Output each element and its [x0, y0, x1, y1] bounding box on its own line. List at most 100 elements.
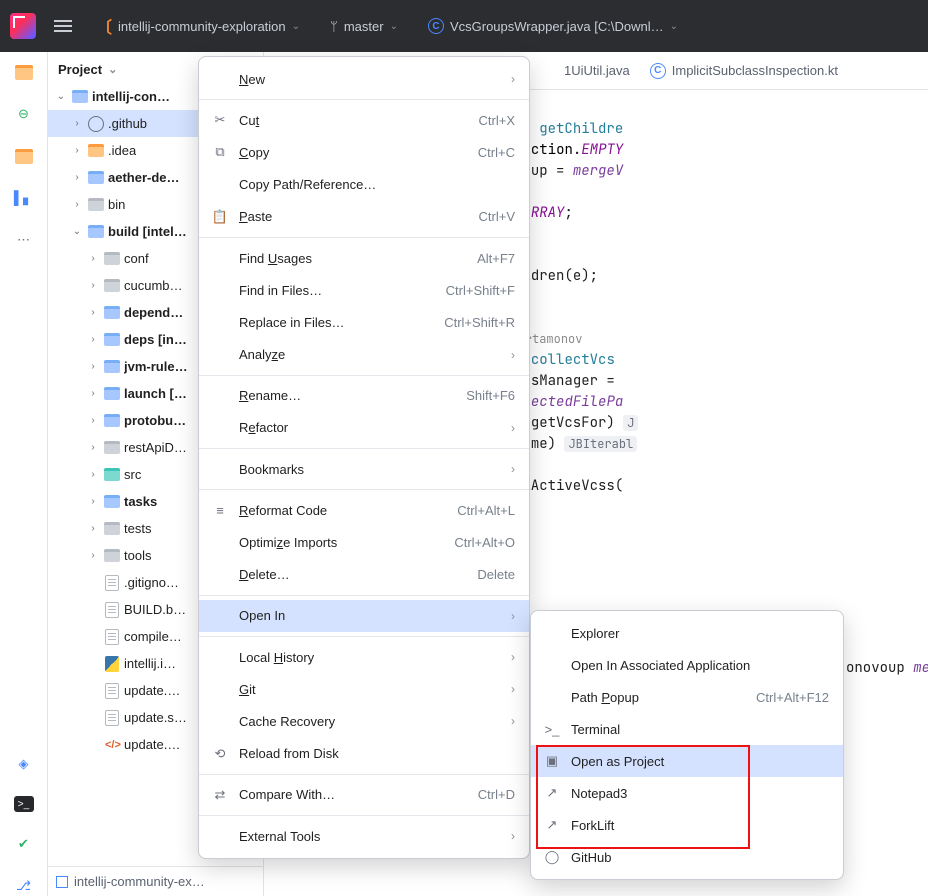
context-menu-item[interactable]: ≡Reformat CodeCtrl+Alt+L [199, 494, 529, 526]
context-menu-item[interactable]: Replace in Files…Ctrl+Shift+R [199, 306, 529, 338]
file-tab-indicator[interactable]: C VcsGroupsWrapper.java [C:\Downl… ⌄ [422, 14, 684, 38]
project-name: intellij-community-exploration [118, 19, 286, 34]
commit-tool-icon[interactable]: ⊖ [14, 104, 34, 124]
tree-node-label: launch [… [124, 386, 187, 401]
submenu-item[interactable]: >_Terminal [531, 713, 843, 745]
submenu-item[interactable]: ↗ForkLift [531, 809, 843, 841]
tree-arrow-icon[interactable]: › [86, 496, 100, 507]
context-menu-item[interactable]: Find UsagesAlt+F7 [199, 242, 529, 274]
problems-tool-icon[interactable]: ✔ [14, 834, 34, 854]
tree-arrow-icon[interactable]: › [86, 469, 100, 480]
structure-tool-icon[interactable]: ▌▖ [14, 188, 34, 208]
nav-bar[interactable]: intellij-community-ex… [48, 866, 263, 896]
copy-icon: ⧉ [211, 143, 229, 161]
context-menu-item[interactable]: ⟲Reload from Disk [199, 738, 529, 770]
menu-item-label: External Tools [239, 829, 320, 844]
terminal-tool-icon[interactable]: >_ [14, 796, 34, 812]
submenu-item[interactable]: Open In Associated Application [531, 649, 843, 681]
branch-selector[interactable]: ᛘ master ⌄ [324, 15, 404, 38]
submenu-item[interactable]: ↗Notepad3 [531, 777, 843, 809]
context-menu-item[interactable]: Analyze› [199, 339, 529, 371]
submenu-arrow-icon: › [511, 421, 515, 435]
tree-arrow-icon[interactable]: › [86, 307, 100, 318]
context-menu-item[interactable]: Open In› [199, 600, 529, 632]
tree-arrow-icon[interactable]: › [70, 145, 84, 156]
tree-arrow-icon[interactable]: › [86, 415, 100, 426]
editor-tab[interactable]: 1UiUtil.java [564, 63, 630, 78]
menu-item-label: Optimize Imports [239, 535, 337, 550]
tree-arrow-icon[interactable]: ⌄ [70, 226, 84, 237]
tree-node-label: compile… [124, 629, 182, 644]
chevron-down-icon: ⌄ [670, 21, 678, 32]
context-menu-item[interactable]: New› [199, 63, 529, 95]
context-menu-item[interactable]: 📋PasteCtrl+V [199, 201, 529, 233]
submenu-item[interactable]: ▣Open as Project [531, 745, 843, 777]
context-menu-item[interactable]: ⧉CopyCtrl+C [199, 136, 529, 168]
tree-arrow-icon[interactable]: › [86, 388, 100, 399]
menu-item-label: Refactor [239, 420, 288, 435]
submenu-item[interactable]: ◯GitHub [531, 841, 843, 873]
tree-arrow-icon[interactable]: › [86, 334, 100, 345]
context-menu-item[interactable]: Local History› [199, 641, 529, 673]
tree-node-label: update.… [124, 683, 180, 698]
submenu-arrow-icon: › [511, 714, 515, 728]
menu-item-label: New [239, 72, 265, 87]
tree-arrow-icon[interactable]: › [86, 253, 100, 264]
tree-node-icon [87, 196, 105, 214]
changes-tool-icon[interactable] [14, 146, 34, 166]
tree-node-label: aether-de… [108, 170, 180, 185]
menu-item-label: Cut [239, 113, 259, 128]
tree-arrow-icon[interactable]: › [70, 172, 84, 183]
menu-item-shortcut: Shift+F6 [466, 388, 515, 403]
more-tool-icon[interactable]: ⋯ [14, 230, 34, 250]
project-selector[interactable]: 〔 intellij-community-exploration ⌄ [90, 10, 306, 42]
tree-arrow-icon[interactable]: › [86, 280, 100, 291]
tree-arrow-icon[interactable]: › [86, 523, 100, 534]
context-menu-item[interactable]: Find in Files…Ctrl+Shift+F [199, 274, 529, 306]
tree-arrow-icon[interactable]: › [86, 361, 100, 372]
kotlin-class-icon: C [650, 63, 666, 79]
context-menu-item[interactable]: Copy Path/Reference… [199, 169, 529, 201]
build-tool-icon[interactable]: ◈ [14, 754, 34, 774]
context-menu-item[interactable]: External Tools› [199, 820, 529, 852]
context-menu-item[interactable]: Optimize ImportsCtrl+Alt+O [199, 526, 529, 558]
context-menu-item[interactable]: Git› [199, 673, 529, 705]
context-menu-item[interactable]: Rename…Shift+F6 [199, 380, 529, 412]
tree-node-icon [103, 601, 121, 619]
diff-icon: ⇄ [211, 786, 229, 804]
tree-arrow-icon[interactable]: › [70, 199, 84, 210]
branch-icon: ᛘ [330, 19, 338, 34]
context-menu-item[interactable]: Delete…Delete [199, 559, 529, 591]
context-menu-item[interactable]: ⇄Compare With…Ctrl+D [199, 779, 529, 811]
tree-node-label: src [124, 467, 141, 482]
tree-node-label: depend… [124, 305, 183, 320]
menu-item-label: GitHub [571, 850, 611, 865]
context-menu-item[interactable]: ✂CutCtrl+X [199, 104, 529, 136]
menu-item-label: Open In Associated Application [571, 658, 750, 673]
tree-arrow-icon[interactable]: › [70, 118, 84, 129]
tree-node-icon [103, 520, 121, 538]
vcs-tool-icon[interactable]: ⎇ [14, 876, 34, 896]
menu-item-label: ForkLift [571, 818, 614, 833]
context-menu-item[interactable]: Cache Recovery› [199, 705, 529, 737]
project-tool-icon[interactable] [14, 62, 34, 82]
submenu-arrow-icon: › [511, 609, 515, 623]
context-menu-item[interactable]: Bookmarks› [199, 453, 529, 485]
menu-item-shortcut: Ctrl+C [478, 145, 515, 160]
menu-item-shortcut: Ctrl+D [478, 787, 515, 802]
tree-arrow-icon[interactable]: › [86, 442, 100, 453]
hamburger-menu[interactable] [54, 20, 72, 32]
tree-arrow-icon[interactable]: ⌄ [54, 91, 68, 102]
tree-node-icon [103, 250, 121, 268]
submenu-arrow-icon: › [511, 650, 515, 664]
tree-node-icon [87, 169, 105, 187]
menu-item-shortcut: Ctrl+Shift+R [444, 315, 515, 330]
menu-item-shortcut: Ctrl+Shift+F [446, 283, 515, 298]
tree-arrow-icon[interactable]: › [86, 550, 100, 561]
editor-tab[interactable]: C ImplicitSubclassInspection.kt [650, 63, 838, 79]
context-menu-item[interactable]: Refactor › [199, 412, 529, 444]
submenu-item[interactable]: Explorer [531, 617, 843, 649]
submenu-item[interactable]: Path PopupCtrl+Alt+F12 [531, 681, 843, 713]
menu-item-label: Paste [239, 209, 272, 224]
tree-node-label: tests [124, 521, 151, 536]
